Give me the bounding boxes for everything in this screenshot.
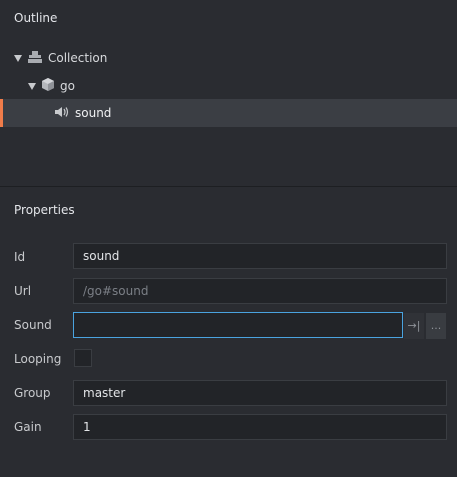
expand-arrow-icon[interactable] [14, 54, 22, 62]
group-field[interactable]: master [73, 380, 447, 406]
id-field[interactable]: sound [73, 243, 447, 269]
tree-item-collection[interactable]: Collection [0, 44, 457, 72]
selection-indicator [0, 99, 3, 127]
tree-item-sound[interactable]: sound [0, 99, 457, 127]
tree-item-label: sound [75, 106, 112, 120]
group-label: Group [14, 386, 51, 400]
sound-resource-field[interactable] [73, 312, 403, 338]
properties-title: Properties [14, 203, 75, 217]
collection-icon [28, 50, 42, 66]
outline-title: Outline [14, 11, 58, 25]
game-object-icon [42, 78, 54, 94]
sound-icon [55, 106, 69, 121]
id-label: Id [14, 250, 26, 264]
looping-label: Looping [14, 352, 62, 366]
browse-button[interactable]: ... [426, 313, 446, 339]
tree-item-label: Collection [48, 51, 108, 65]
looping-checkbox[interactable] [74, 349, 92, 367]
clear-resource-icon[interactable]: →| [404, 313, 424, 339]
tree-item-label: go [60, 79, 75, 93]
gain-label: Gain [14, 420, 42, 434]
expand-arrow-icon[interactable] [28, 82, 36, 90]
sound-label: Sound [14, 318, 52, 332]
outline-panel: Outline Collection go sound [0, 0, 457, 186]
tree-item-go[interactable]: go [0, 72, 457, 100]
properties-panel: Properties Id sound Url /go#sound Sound … [0, 187, 457, 477]
url-label: Url [14, 284, 32, 298]
url-field[interactable]: /go#sound [73, 278, 447, 304]
gain-field[interactable]: 1 [73, 414, 447, 440]
